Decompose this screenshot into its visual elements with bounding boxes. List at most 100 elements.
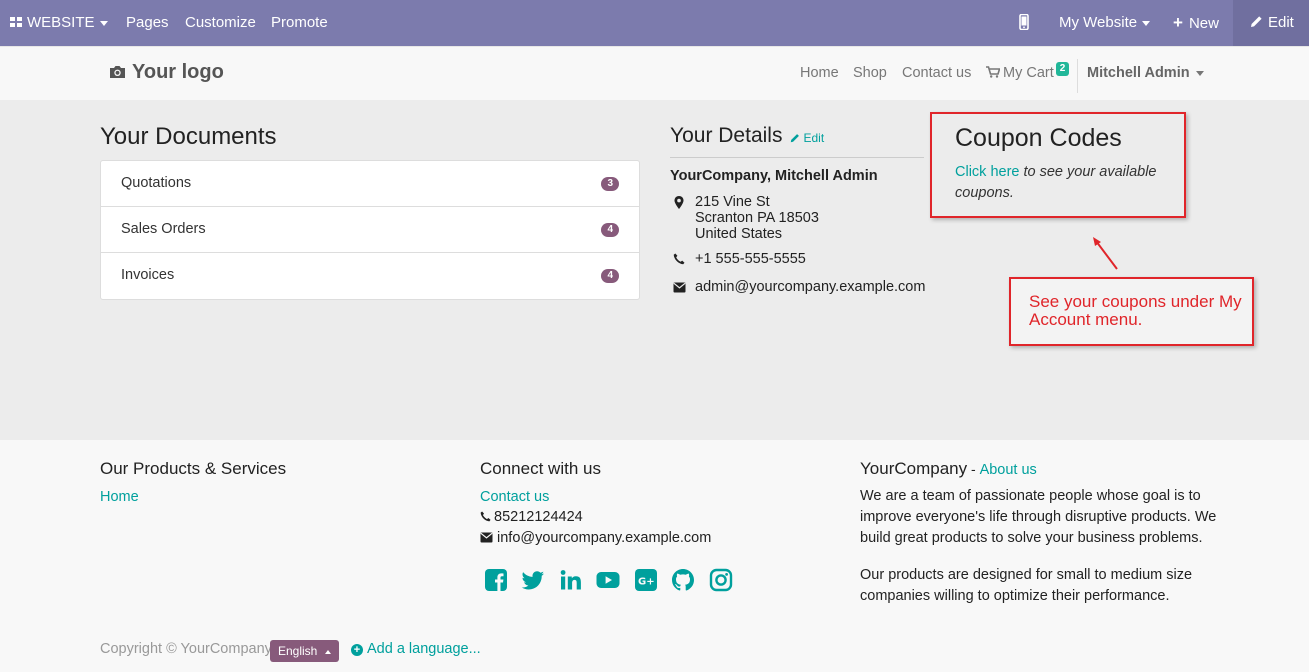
coupon-click-here-link[interactable]: Click here [955,164,1019,180]
instagram-icon[interactable] [709,568,733,592]
twitter-icon[interactable] [521,568,545,592]
footer-about-paragraph-1: We are a team of passionate people whose… [860,486,1216,549]
user-menu[interactable]: Mitchell Admin [1087,47,1204,101]
customize-menu[interactable]: Customize [185,0,256,46]
site-logo[interactable]: Your logo [109,61,224,84]
admin-bar: WEBSITE Pages Customize Promote My Websi… [0,0,1309,46]
footer-products-title: Our Products & Services [100,459,287,478]
camera-icon [110,66,125,78]
copyright-text: Copyright © YourCompany [100,641,272,657]
my-website-menu[interactable]: My Website [1059,0,1151,46]
footer-company-name: YourCompany [860,459,968,478]
linkedin-icon[interactable] [559,568,583,592]
details-edit-label: Edit [803,131,825,145]
footer-contact-link[interactable]: Contact us [480,489,549,505]
footer-email-text: info@yourcompany.example.com [497,530,712,546]
my-website-label: My Website [1059,14,1138,31]
text-line: Our products are designed for small to m… [860,567,1193,583]
promote-menu[interactable]: Promote [271,0,328,46]
footer-company-title: YourCompany - About us [860,459,1037,479]
details-email: admin@yourcompany.example.com [695,279,926,295]
annotation-arrow [1093,237,1118,270]
text-line: We are a team of passionate people whose… [860,488,1201,504]
edit-button[interactable]: Edit [1233,0,1309,46]
footer-about-paragraph-2: Our products are designed for small to m… [860,565,1192,607]
map-marker-icon [672,196,686,213]
count-badge: 4 [601,269,619,283]
caret-down-icon [99,20,108,26]
nav-home[interactable]: Home [800,47,839,101]
youtube-icon[interactable] [596,568,620,592]
coupon-description: Click here to see your available coupons… [955,162,1170,204]
cart-count-badge: 2 [1055,62,1070,76]
text-line: companies willing to optimize their perf… [860,588,1170,604]
cart-label: My Cart [1003,65,1054,81]
nav-shop[interactable]: Shop [853,47,887,101]
facebook-icon[interactable] [484,568,508,592]
add-language-label: Add a language... [367,641,481,657]
language-selector[interactable]: English [270,640,340,662]
nav-divider [1077,59,1078,93]
svg-text:G+: G+ [638,577,655,588]
address-line: Scranton PA 18503 [695,210,819,226]
documents-item-quotations[interactable]: Quotations 3 [101,161,639,207]
site-footer: Our Products & Services Home Connect wit… [0,440,1309,672]
footer-connect-title: Connect with us [480,459,601,478]
documents-item-invoices[interactable]: Invoices 4 [101,253,639,299]
phone-icon [672,252,686,268]
count-badge: 3 [601,177,619,191]
text-line: build great products to solve your busin… [860,530,1203,546]
count-badge: 4 [601,223,619,237]
coupon-title: Coupon Codes [955,124,1122,152]
list-item-label: Quotations [121,175,192,191]
website-menu[interactable]: WEBSITE [10,0,108,46]
github-icon[interactable] [671,568,695,592]
list-item-label: Sales Orders [121,221,206,237]
list-item-label: Invoices [121,267,175,283]
nav-my-cart[interactable]: My Cart 2 [986,47,1070,101]
pencil-icon [1251,16,1262,27]
coupon-codes-panel: Coupon Codes Click here to see your avai… [930,112,1186,218]
logo-text: Your logo [132,61,224,83]
plus-icon: + [1173,13,1183,32]
plus-circle-icon: + [351,644,363,656]
phone-icon [480,511,491,522]
user-name: Mitchell Admin [1087,65,1190,81]
shopping-cart-icon [986,66,1001,78]
pages-menu[interactable]: Pages [126,0,169,46]
footer-home-link[interactable]: Home [100,489,139,505]
footer-phone: 85212124424 [480,507,583,528]
details-title-text: Your Details [670,124,783,147]
address-line: 215 Vine St [695,194,770,210]
google-plus-icon[interactable]: G+ [634,568,658,592]
details-edit-link[interactable]: Edit [790,131,824,145]
mobile-phone-icon [1019,13,1029,31]
address-line: United States [695,226,783,242]
caret-up-icon [325,649,332,654]
website-menu-label: WEBSITE [27,14,95,31]
new-button[interactable]: + New [1173,0,1219,46]
caret-down-icon [1142,20,1151,26]
footer-title-separator: - [967,461,980,477]
mobile-preview-button[interactable] [1019,0,1029,46]
annotation-callout: See your coupons under My Account menu. [1009,277,1254,346]
apps-grid-icon [10,17,23,28]
footer-phone-text: 85212124424 [494,509,583,525]
language-label: English [278,644,318,658]
text-line: improve everyone's life through disrupti… [860,509,1217,525]
footer-about-link[interactable]: About us [980,462,1037,478]
details-divider [670,157,924,158]
add-language-link[interactable]: + Add a language... [351,641,481,657]
edit-label: Edit [1268,14,1294,31]
documents-list: Quotations 3 Sales Orders 4 Invoices 4 [100,160,640,300]
site-header: Your logo Home Shop Contact us My Cart 2 … [0,46,1309,100]
annotation-text: See your coupons under My Account menu. [1029,292,1242,329]
envelope-icon [480,532,493,543]
new-label: New [1188,15,1219,32]
pencil-icon [791,134,800,143]
footer-email: info@yourcompany.example.com [480,528,711,549]
details-name: YourCompany, Mitchell Admin [670,168,878,184]
nav-contact-us[interactable]: Contact us [902,47,971,101]
documents-item-sales-orders[interactable]: Sales Orders 4 [101,207,639,253]
details-title: Your Details Edit [670,124,824,148]
